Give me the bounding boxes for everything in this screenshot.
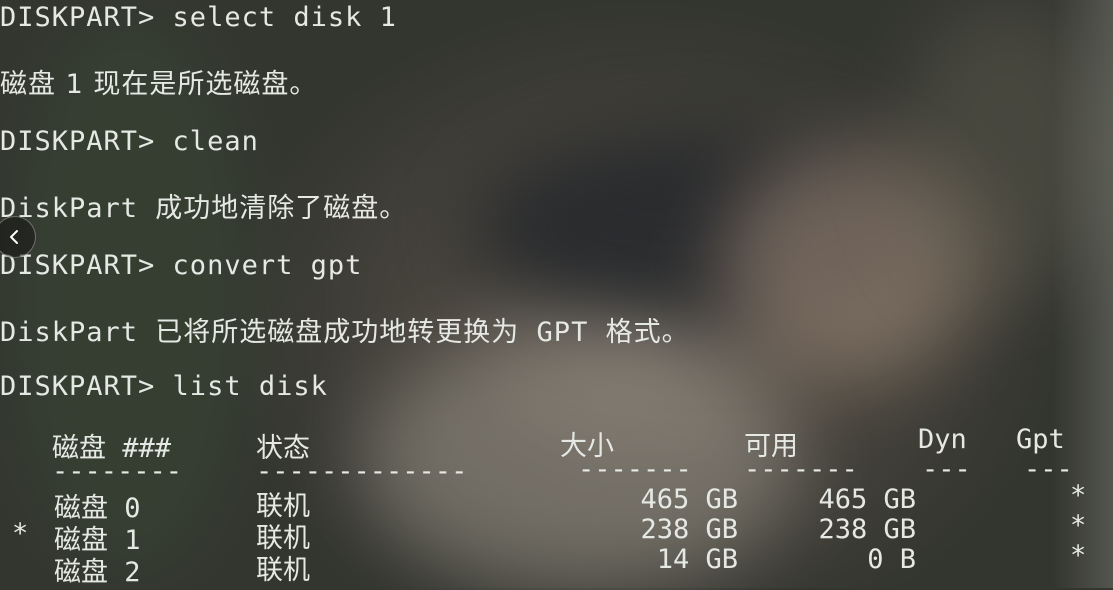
- column-header-gpt: Gpt: [1016, 424, 1065, 455]
- column-header-dyn: Dyn: [918, 424, 967, 455]
- column-separator: -------: [744, 454, 858, 485]
- command-line: DISKPART> clean: [0, 126, 259, 157]
- table-cell-disk: 磁盘 2: [54, 557, 141, 588]
- table-cell-size: 14 GB: [656, 544, 738, 575]
- background-reflection: [470, 130, 930, 330]
- column-separator: ---: [922, 454, 971, 485]
- column-separator: ---: [1024, 454, 1073, 485]
- chevron-left-icon: [10, 230, 18, 244]
- output-line: DiskPart 已将所选磁盘成功地转更换为 GPT 格式。: [0, 317, 690, 348]
- background-reflection: [720, 150, 980, 380]
- output-line: 磁盘 1 现在是所选磁盘。: [0, 69, 318, 100]
- command-line: DISKPART> list disk: [0, 371, 328, 402]
- table-cell-gpt: *: [1070, 480, 1087, 511]
- column-separator: --------: [52, 456, 183, 487]
- output-line: DiskPart 成功地清除了磁盘。: [0, 193, 408, 224]
- command-line: DISKPART> select disk 1: [0, 2, 397, 33]
- table-cell-free: 0 B: [867, 544, 916, 575]
- table-cell-status: 联机: [256, 555, 310, 586]
- table-cell-free: 238 GB: [818, 514, 916, 545]
- table-cell-gpt: *: [1070, 510, 1087, 541]
- selected-marker: *: [12, 518, 29, 549]
- column-separator: -------: [578, 454, 692, 485]
- table-cell-free: 465 GB: [818, 484, 916, 515]
- table-cell-gpt: *: [1070, 540, 1087, 571]
- table-cell-size: 238 GB: [640, 514, 738, 545]
- column-separator: -------------: [256, 456, 468, 487]
- command-line: DISKPART> convert gpt: [0, 250, 363, 281]
- table-cell-size: 465 GB: [640, 484, 738, 515]
